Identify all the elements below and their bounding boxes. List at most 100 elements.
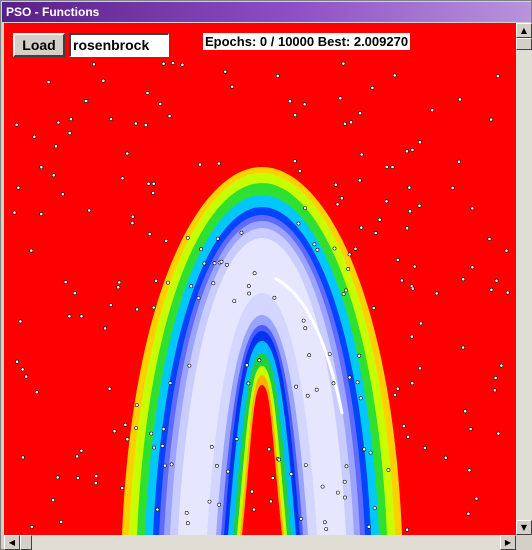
particle <box>404 149 409 154</box>
particle <box>277 457 282 462</box>
particle <box>166 280 170 285</box>
valley-bands <box>122 167 402 535</box>
particle <box>315 247 320 252</box>
particle <box>34 390 39 395</box>
particle <box>234 437 239 441</box>
particle <box>14 122 19 127</box>
particle <box>39 212 44 217</box>
particle <box>134 403 139 408</box>
particle <box>359 152 364 157</box>
particle <box>92 62 96 67</box>
particle <box>408 209 412 214</box>
particle <box>359 225 364 230</box>
particle <box>151 190 156 195</box>
particle <box>341 61 346 66</box>
particle <box>303 463 308 468</box>
particle <box>12 210 17 215</box>
particle <box>125 151 130 156</box>
particle <box>417 203 422 208</box>
particle <box>292 159 297 164</box>
particle <box>155 507 160 512</box>
particle <box>217 502 222 507</box>
particle <box>55 475 60 480</box>
particle <box>69 117 73 122</box>
horizontal-scrollbar[interactable]: ◀ ▶ <box>4 535 516 550</box>
arrow-left-icon[interactable]: ◀ <box>4 535 20 550</box>
particle <box>371 306 376 310</box>
particle <box>422 445 427 450</box>
particle <box>386 468 391 472</box>
particle <box>226 469 230 474</box>
particle <box>161 427 166 432</box>
particle <box>457 97 462 102</box>
particle <box>362 447 367 452</box>
particle <box>320 484 325 489</box>
arrow-down-icon[interactable]: ▼ <box>516 520 532 535</box>
particle <box>207 499 212 504</box>
particle <box>368 450 373 455</box>
particle <box>353 246 358 251</box>
vertical-scrollbar[interactable]: ▲ ▼ <box>516 23 532 535</box>
particle <box>101 78 106 83</box>
particle <box>169 462 174 467</box>
particle <box>358 396 363 401</box>
particle <box>504 248 509 253</box>
function-canvas[interactable]: Load rosenbrock Epochs: 0 / 10000 Best: … <box>4 23 516 535</box>
arrow-up-icon[interactable]: ▲ <box>516 23 532 38</box>
particle <box>303 206 308 211</box>
particle <box>412 264 417 269</box>
particle <box>342 121 347 126</box>
app-window: PSO - Functions Load rosenbrock Epochs: … <box>0 0 532 550</box>
arrow-right-icon[interactable]: ▶ <box>500 535 516 550</box>
particle <box>76 476 80 480</box>
particle <box>215 236 220 241</box>
particle <box>392 73 397 78</box>
particle <box>209 444 214 449</box>
particle <box>505 290 510 295</box>
function-name-input[interactable]: rosenbrock <box>69 33 169 57</box>
particle <box>405 527 410 532</box>
particle <box>470 265 475 270</box>
particle <box>468 427 473 431</box>
particle <box>409 334 414 339</box>
particle <box>51 498 56 503</box>
particle <box>63 280 68 285</box>
particle <box>346 267 351 271</box>
particle <box>384 199 389 204</box>
particle <box>202 261 207 266</box>
particle <box>216 161 221 166</box>
particle <box>405 226 410 231</box>
particle <box>149 431 154 436</box>
particle <box>410 286 415 291</box>
particle <box>355 380 360 385</box>
load-button[interactable]: Load <box>13 33 65 57</box>
particle <box>20 455 25 460</box>
particle <box>60 192 65 197</box>
particle <box>347 252 352 257</box>
particle <box>117 280 122 285</box>
title-bar[interactable]: PSO - Functions <box>2 2 531 22</box>
particle <box>338 96 343 101</box>
particle <box>372 506 377 511</box>
particle <box>377 217 382 222</box>
particle <box>187 363 192 368</box>
particle <box>67 314 72 319</box>
heatmap-visualization <box>12 61 510 535</box>
particle <box>224 262 229 267</box>
horizontal-scroll-thumb[interactable] <box>20 535 32 550</box>
particle <box>487 237 492 241</box>
vertical-scroll-thumb[interactable] <box>516 38 532 50</box>
particle <box>247 291 252 296</box>
particle <box>160 443 165 448</box>
particle <box>199 247 204 252</box>
particle <box>418 366 422 371</box>
particle <box>134 426 139 431</box>
particle <box>246 381 251 386</box>
particle <box>196 296 201 301</box>
particle <box>395 257 400 262</box>
particle <box>450 185 455 190</box>
particle <box>339 196 344 201</box>
particle <box>230 84 235 89</box>
particle <box>275 74 280 78</box>
particle <box>164 238 169 243</box>
